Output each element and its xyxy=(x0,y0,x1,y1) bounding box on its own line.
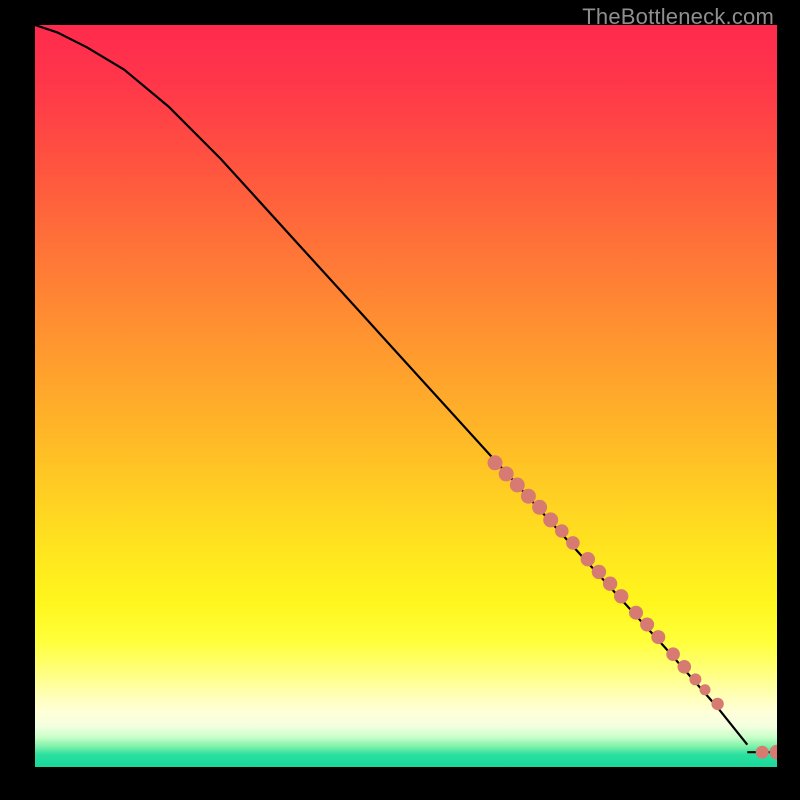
data-point xyxy=(581,552,595,566)
data-point xyxy=(640,618,654,632)
data-point xyxy=(592,565,606,579)
data-point xyxy=(499,466,514,481)
data-point xyxy=(689,673,701,685)
data-point xyxy=(666,647,680,661)
data-point xyxy=(555,524,569,538)
data-point xyxy=(700,684,711,695)
data-point xyxy=(711,698,723,710)
data-point xyxy=(614,589,628,603)
data-point xyxy=(521,489,536,504)
scatter-points xyxy=(488,455,778,759)
data-point xyxy=(756,746,769,759)
data-point xyxy=(532,500,547,515)
curve-line xyxy=(35,25,747,745)
data-point xyxy=(543,512,558,527)
data-point xyxy=(629,606,643,620)
data-point xyxy=(510,478,525,493)
plot-area xyxy=(35,25,777,767)
data-point xyxy=(603,577,617,591)
chart-svg xyxy=(35,25,777,767)
chart-stage: TheBottleneck.com xyxy=(0,0,800,800)
data-point xyxy=(678,660,692,674)
data-point xyxy=(566,536,580,550)
data-point xyxy=(770,745,778,760)
data-point xyxy=(651,630,665,644)
data-point xyxy=(488,455,503,470)
